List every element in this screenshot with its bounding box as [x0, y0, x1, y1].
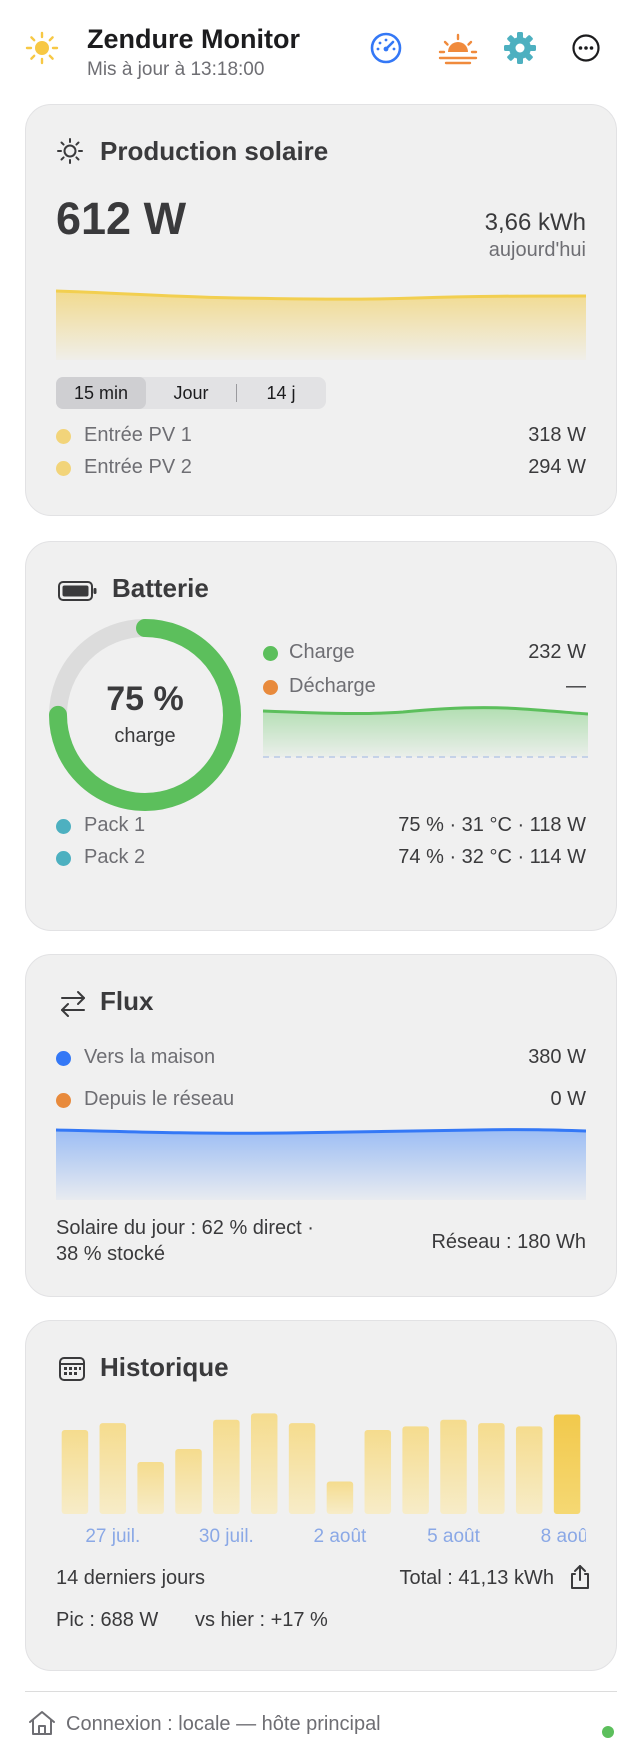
share-icon[interactable]: [568, 1563, 592, 1596]
battery-percent: 75 %: [106, 680, 184, 718]
charge-value: 232 W: [528, 641, 586, 663]
pv2-dot: [56, 461, 71, 476]
solar-energy-label: aujourd'hui: [488, 239, 586, 261]
pv1-label: Entrée PV 1: [84, 424, 192, 446]
segment-jour[interactable]: Jour: [146, 377, 236, 409]
discharge-dot: [263, 680, 278, 695]
history-bar: [288, 1423, 316, 1514]
grid-label: Depuis le réseau: [84, 1088, 235, 1110]
solar-title: Production solaire: [100, 136, 329, 166]
solar-card: Production solaire 612 W 3,66 kWh aujour…: [25, 104, 617, 516]
house-icon: [28, 1710, 56, 1741]
flux-sparkline: [56, 1128, 586, 1200]
history-bar: [364, 1430, 392, 1514]
sun-small-icon: [56, 137, 84, 170]
solar-sparkline: [56, 289, 586, 360]
grid-energy: Réseau : 180 Wh: [431, 1231, 586, 1253]
gear-icon[interactable]: [500, 28, 540, 68]
solar-power: 612 W: [56, 193, 187, 244]
segment-14j[interactable]: 14 j: [236, 377, 326, 409]
history-vs-yesterday: vs hier : +17 %: [195, 1609, 328, 1631]
arrows-swap-icon: [58, 989, 88, 1024]
history-range-label: 14 derniers jours: [56, 1567, 205, 1589]
pack1-value: 75 % · 31 °C · 118 W: [398, 814, 586, 836]
grid-value: 0 W: [550, 1088, 586, 1110]
time-range-segment: 15 min Jour 14 j: [56, 377, 326, 409]
pack1-dot: [56, 819, 71, 834]
last-updated: Mis à jour à 13:18:00: [87, 59, 265, 80]
history-tick-label: 30 juil.: [199, 1526, 254, 1547]
history-tick-label: 27 juil.: [85, 1526, 140, 1547]
history-bar: [515, 1426, 543, 1514]
solar-energy: 3,66 kWh: [484, 209, 586, 236]
solar-split-line1: Solaire du jour : 62 % direct ·: [56, 1217, 314, 1239]
history-tick-label: 2 août: [314, 1526, 368, 1547]
battery-title: Batterie: [112, 573, 209, 603]
history-tick-label: 5 août: [427, 1526, 481, 1547]
pv2-value: 294 W: [528, 456, 586, 478]
charge-dot: [263, 646, 278, 661]
grid-dot: [56, 1093, 71, 1108]
discharge-label: Décharge: [289, 675, 376, 697]
app-header: Zendure Monitor Mis à jour à 13:18:00: [0, 0, 640, 100]
battery-sparkline: [263, 706, 588, 758]
history-bar: [250, 1413, 278, 1514]
discharge-value: —: [566, 675, 586, 697]
history-bar: [478, 1423, 505, 1514]
flux-title: Flux: [100, 986, 154, 1016]
history-bar: [175, 1449, 202, 1514]
connection-status: Connexion : locale — hôte principal: [66, 1713, 381, 1735]
battery-percent-label: charge: [114, 725, 176, 747]
history-card: Historique 27 juil. 30 juil. 2 août 5 août 8…: [25, 1320, 617, 1671]
history-bar: [137, 1461, 164, 1514]
segment-15min[interactable]: 15 min: [56, 377, 146, 409]
history-peak: Pic : 688 W: [56, 1609, 159, 1631]
solar-split-line2: 38 % stocké: [56, 1243, 165, 1265]
home-value: 380 W: [528, 1046, 586, 1068]
history-title: Historique: [100, 1352, 229, 1382]
home-label: Vers la maison: [84, 1046, 216, 1068]
history-bar: [213, 1419, 240, 1514]
home-dot: [56, 1051, 71, 1066]
pv1-value: 318 W: [528, 424, 586, 446]
history-bar: [553, 1414, 581, 1514]
app-title: Zendure Monitor: [87, 24, 300, 54]
speedometer-icon[interactable]: [366, 28, 406, 68]
sunset-icon[interactable]: [434, 28, 482, 68]
history-total: Total : 41,13 kWh: [399, 1567, 554, 1589]
pack2-value: 74 % · 32 °C · 114 W: [398, 846, 586, 868]
history-bar: [402, 1426, 429, 1514]
battery-card: Batterie 75 % charge Charge 232 W Déchar…: [25, 541, 617, 931]
history-bar: [326, 1481, 354, 1514]
charge-label: Charge: [289, 641, 355, 663]
pack1-label: Pack 1: [84, 814, 146, 836]
history-bar: [440, 1419, 467, 1514]
pack2-dot: [56, 851, 71, 866]
history-tick-label: 8 août: [541, 1526, 586, 1547]
pv1-dot: [56, 429, 71, 444]
more-icon[interactable]: [566, 28, 606, 68]
history-bar-chart: 27 juil. 30 juil. 2 août 5 août 8 août: [61, 1413, 586, 1547]
history-bar: [61, 1430, 89, 1514]
pv2-label: Entrée PV 2: [84, 456, 192, 478]
battery-icon: [58, 580, 98, 607]
connection-status-dot: [602, 1726, 614, 1738]
footer-divider: [25, 1691, 617, 1692]
sun-icon: [22, 28, 62, 68]
pack2-label: Pack 2: [84, 846, 146, 868]
flux-card: Flux Vers la maison 380 W Depuis le rése…: [25, 954, 617, 1297]
calendar-icon: [58, 1355, 86, 1388]
history-bar: [99, 1423, 127, 1514]
